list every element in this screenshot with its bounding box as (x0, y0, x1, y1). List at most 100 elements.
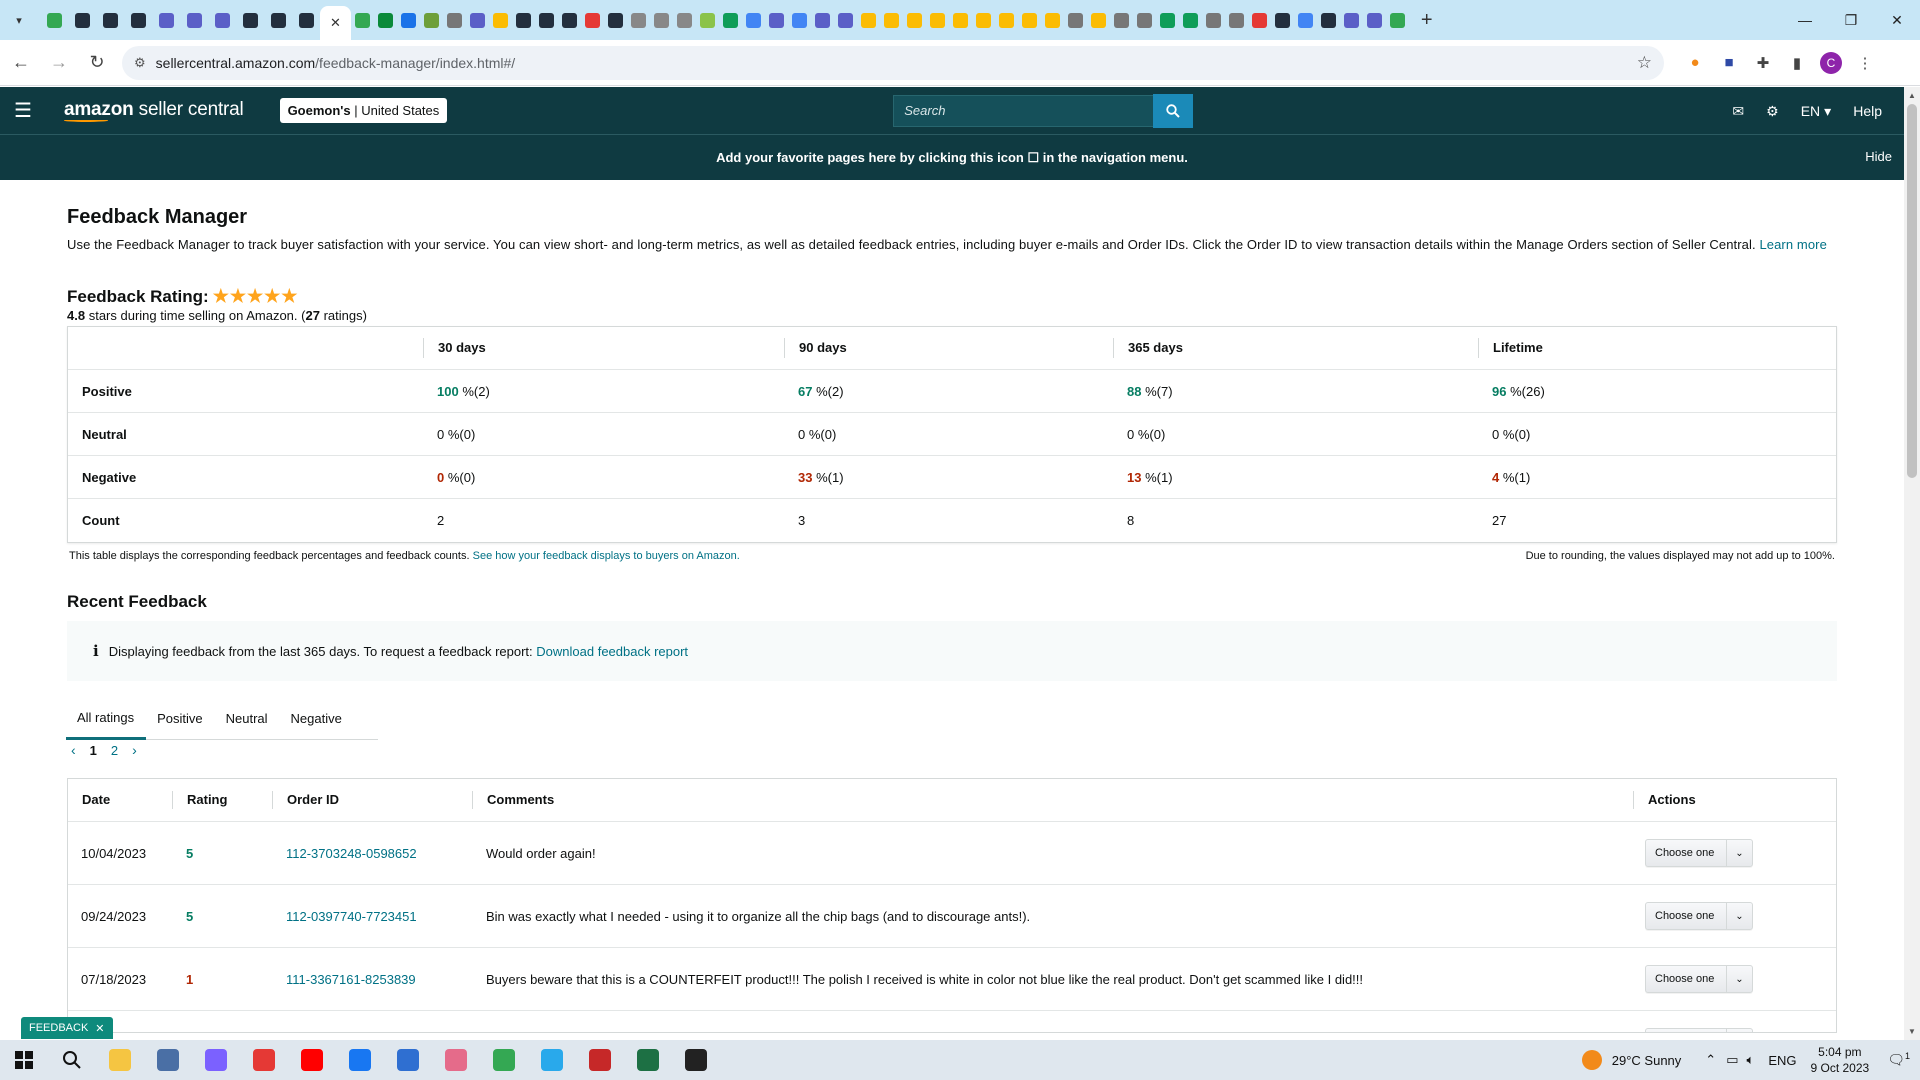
page-1[interactable]: 1 (90, 743, 97, 758)
choose-action-dropdown[interactable]: Choose one⌄ (1645, 965, 1753, 993)
mail-icon[interactable]: ✉ (1732, 103, 1744, 120)
extension-fox-icon[interactable]: ● (1678, 46, 1712, 80)
tab-favicon[interactable] (768, 12, 784, 28)
scroll-thumb[interactable] (1907, 104, 1917, 478)
page-scrollbar[interactable]: ▲ ▼ (1904, 87, 1920, 1040)
tab-favicon[interactable] (929, 12, 945, 28)
tab-favicon[interactable] (952, 12, 968, 28)
tab-favicon[interactable] (47, 12, 62, 28)
site-info-icon[interactable]: ⚙ (134, 55, 146, 71)
telegram-icon[interactable] (528, 1040, 576, 1080)
order-id-link[interactable]: 111-3367161-8253839 (272, 972, 472, 987)
chevron-down-icon[interactable]: ⌄ (1726, 1029, 1752, 1032)
tab-negative[interactable]: Negative (280, 698, 354, 740)
tab-favicon[interactable] (584, 12, 600, 28)
facebook-icon[interactable] (336, 1040, 384, 1080)
choose-action-dropdown[interactable]: Choose one⌄ (1645, 1028, 1753, 1032)
app-icon[interactable] (192, 1040, 240, 1080)
tab-favicon[interactable] (791, 12, 807, 28)
chevron-down-icon[interactable]: ⌄ (1726, 966, 1752, 992)
extension-app-icon[interactable]: ■ (1712, 46, 1746, 80)
tab-favicon[interactable] (1136, 12, 1152, 28)
tab-favicon[interactable] (538, 12, 554, 28)
network-icon[interactable]: ▭ (1726, 1052, 1738, 1068)
close-window-icon[interactable]: ✕ (1874, 0, 1920, 40)
tab-search-icon[interactable]: ▾ (8, 9, 30, 31)
tab-favicon[interactable] (159, 12, 174, 28)
youtube-icon[interactable] (288, 1040, 336, 1080)
chevron-left-icon[interactable]: ‹ (71, 742, 76, 758)
tab-favicon[interactable] (469, 12, 485, 28)
back-icon[interactable]: ← (4, 46, 38, 80)
download-report-link[interactable]: Download feedback report (536, 644, 688, 659)
tab-favicon[interactable] (1044, 12, 1060, 28)
tab-favicon[interactable] (1205, 12, 1221, 28)
tab-favicon[interactable] (883, 12, 899, 28)
tab-favicon[interactable] (515, 12, 531, 28)
tab-favicon[interactable] (906, 12, 922, 28)
tab-favicon[interactable] (377, 12, 393, 28)
page-2[interactable]: 2 (111, 743, 118, 758)
tab-favicon[interactable] (630, 12, 646, 28)
active-tab[interactable]: ✕ (320, 6, 351, 40)
tab-favicon[interactable] (492, 12, 508, 28)
tab-favicon[interactable] (103, 12, 118, 28)
tab-favicon[interactable] (354, 12, 370, 28)
tab-favicon[interactable] (1021, 12, 1037, 28)
input-language[interactable]: ENG (1768, 1053, 1796, 1068)
tab-favicon[interactable] (1366, 12, 1382, 28)
url-text[interactable]: sellercentral.amazon.com/feedback-manage… (156, 55, 1637, 71)
order-id-link[interactable]: 112-0397740-7723451 (272, 909, 472, 924)
tab-favicon[interactable] (837, 12, 853, 28)
tab-favicon[interactable] (400, 12, 416, 28)
close-icon[interactable]: ✕ (95, 1022, 104, 1035)
sticky-notes-icon[interactable] (672, 1040, 720, 1080)
search-button[interactable] (1153, 93, 1194, 128)
help-link[interactable]: Help (1853, 103, 1882, 119)
volume-icon[interactable]: 🔈︎ (1747, 1052, 1755, 1068)
tab-favicon[interactable] (1228, 12, 1244, 28)
close-tab-icon[interactable]: ✕ (330, 15, 341, 31)
windows-start-icon[interactable] (0, 1040, 48, 1080)
tab-favicon[interactable] (653, 12, 669, 28)
feedback-widget[interactable]: FEEDBACK ✕ (21, 1017, 113, 1039)
seller-central-logo[interactable]: amazon seller central (64, 99, 244, 122)
omnibox[interactable]: ⚙ sellercentral.amazon.com/feedback-mana… (122, 45, 1664, 80)
calculator-icon[interactable] (144, 1040, 192, 1080)
tab-favicon[interactable] (271, 12, 286, 28)
chevron-right-icon[interactable]: › (132, 742, 137, 758)
forward-icon[interactable]: → (42, 46, 76, 80)
tab-favicon[interactable] (131, 12, 146, 28)
tab-favicon[interactable] (299, 12, 314, 28)
tab-favicon[interactable] (975, 12, 991, 28)
tab-favicon[interactable] (1320, 12, 1336, 28)
choose-action-dropdown[interactable]: Choose one⌄ (1645, 839, 1753, 867)
tab-favicon[interactable] (676, 12, 692, 28)
tab-favicon[interactable] (814, 12, 830, 28)
minimize-icon[interactable]: — (1782, 0, 1828, 40)
tab-all-ratings[interactable]: All ratings (66, 698, 147, 740)
feedback-display-link[interactable]: See how your feedback displays to buyers… (473, 550, 740, 562)
tab-favicon[interactable] (998, 12, 1014, 28)
chevron-down-icon[interactable]: ⌄ (1726, 840, 1752, 866)
choose-action-dropdown[interactable]: Choose one⌄ (1645, 902, 1753, 930)
tab-favicon[interactable] (1251, 12, 1267, 28)
language-selector[interactable]: EN ▾ (1801, 103, 1831, 120)
clock[interactable]: 5:04 pm 9 Oct 2023 (1810, 1044, 1869, 1076)
tab-favicon[interactable] (745, 12, 761, 28)
tab-favicon[interactable] (1113, 12, 1129, 28)
tab-favicon[interactable] (75, 12, 90, 28)
tab-favicon[interactable] (243, 12, 258, 28)
chrome-active-icon[interactable] (576, 1040, 624, 1080)
extensions-puzzle-icon[interactable]: ✚ (1746, 46, 1780, 80)
side-panel-icon[interactable]: ▮ (1780, 46, 1814, 80)
tab-favicon[interactable] (215, 12, 230, 28)
notification-icon[interactable]: 🗨︎1 (1887, 1051, 1910, 1069)
learn-more-link[interactable]: Learn more (1759, 237, 1826, 252)
tab-favicon[interactable] (722, 12, 738, 28)
order-id-link[interactable]: 112-3703248-0598652 (272, 846, 472, 861)
tab-favicon[interactable] (1343, 12, 1359, 28)
tab-favicon[interactable] (1159, 12, 1175, 28)
tab-favicon[interactable] (1297, 12, 1313, 28)
scroll-down-icon[interactable]: ▼ (1904, 1023, 1920, 1040)
